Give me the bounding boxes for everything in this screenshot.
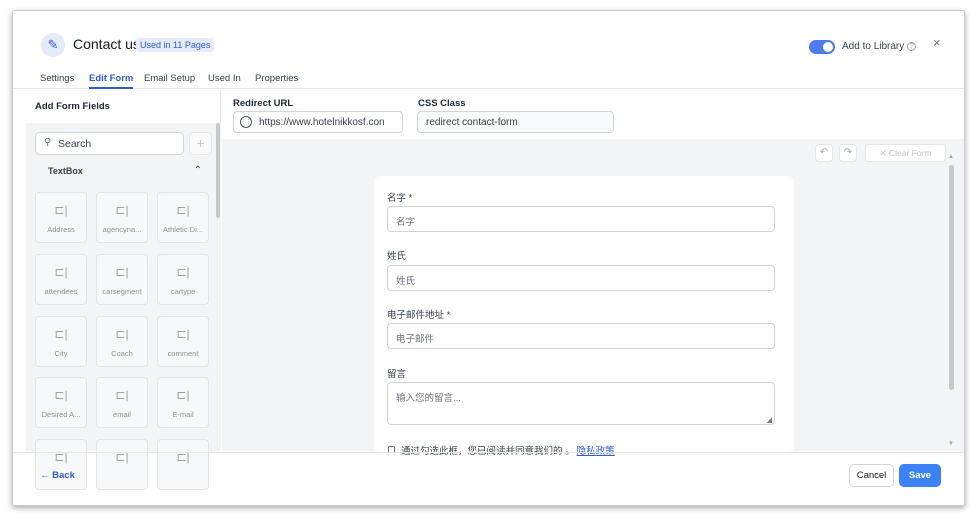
textbox-icon: ⊏| (54, 265, 68, 279)
pencil-icon: ✎ (41, 33, 65, 57)
redirect-url-value: https://www.hotelnikkosf.con (259, 117, 385, 128)
textbox-icon: ⊏| (176, 203, 190, 217)
field-tile-label: email (113, 410, 131, 419)
cancel-button[interactable]: Cancel (849, 464, 894, 487)
field-tile-label: Coach (111, 349, 133, 358)
field-tile[interactable]: ⊏| carsegment (96, 254, 148, 305)
field-tile[interactable]: ⊏| Coach (96, 316, 148, 367)
tab-email-setup[interactable]: Email Setup (144, 73, 195, 84)
search-placeholder: Search (58, 138, 92, 150)
tab-bar: Settings Edit Form Email Setup Used In P… (13, 69, 964, 89)
clear-form-button[interactable]: ✕ Clear Form (865, 144, 946, 162)
redirect-url-input[interactable]: https://www.hotelnikkosf.con (233, 111, 403, 133)
textbox-icon: ⊏| (115, 327, 129, 341)
dialog-header: ✎ Contact us Used in 11 Pages Add to Lib… (13, 11, 964, 69)
redo-icon[interactable]: ↷ (839, 144, 857, 162)
field-tile-label: Desired A... (41, 410, 81, 419)
form-title: Contact us (73, 36, 140, 52)
palette-body: ⚲ Search + TextBox ⌃ ⊏| Address ⊏| agencyna… (26, 123, 221, 490)
field-tile-label: cartype (170, 287, 196, 296)
email-field[interactable]: 电子邮件 (387, 323, 775, 349)
message-placeholder: 输入您的留言... (396, 393, 461, 404)
search-input[interactable]: ⚲ Search (35, 132, 184, 155)
css-class-input[interactable]: redirect contact-form (417, 111, 614, 133)
first-name-placeholder: 名字 (396, 217, 416, 228)
textbox-icon: ⊏| (115, 265, 129, 279)
palette-scrollbar[interactable] (216, 123, 220, 218)
back-button[interactable]: ← Back (40, 470, 75, 481)
canvas-scrollbar[interactable] (949, 165, 954, 390)
scroll-down-icon[interactable]: ▼ (948, 441, 954, 447)
css-class-label: CSS Class (418, 98, 466, 109)
field-tile[interactable]: ⊏| agencyna... (96, 192, 148, 243)
field-tile[interactable]: ⊏| comment (157, 316, 209, 367)
textbox-icon: ⊏| (176, 327, 190, 341)
group-label: TextBox (48, 166, 83, 176)
dialog-footer: ← Back Cancel Save (13, 452, 964, 505)
field-tile-label: Athletic Di... (162, 225, 203, 234)
textbox-icon: ⊏| (54, 327, 68, 341)
form-editor-dialog: ✎ Contact us Used in 11 Pages Add to Lib… (12, 10, 965, 506)
field-tile[interactable]: ⊏| cartype (157, 254, 209, 305)
css-class-value: redirect contact-form (426, 117, 518, 128)
textbox-icon: ⊏| (115, 388, 129, 402)
close-icon[interactable]: × (933, 35, 941, 50)
undo-icon[interactable]: ↶ (815, 144, 833, 162)
add-field-button[interactable]: + (189, 132, 212, 155)
field-tile-label: Address (47, 225, 75, 234)
field-tile[interactable]: ⊏| Address (35, 192, 87, 243)
globe-icon (240, 116, 252, 128)
field-tile-label: comment (167, 349, 199, 358)
scroll-up-icon[interactable]: ▲ (948, 154, 954, 160)
email-label: 电子邮件地址 * (387, 310, 451, 321)
last-name-placeholder: 姓氏 (396, 276, 416, 287)
field-tile-label: E-mail (172, 410, 194, 419)
save-button[interactable]: Save (899, 464, 941, 487)
field-tile[interactable]: ⊏| Desired A... (35, 377, 87, 428)
usage-badge[interactable]: Used in 11 Pages (136, 38, 215, 52)
help-icon[interactable]: ? (907, 41, 917, 51)
editor-area: Redirect URL https://www.hotelnikkosf.co… (222, 90, 964, 457)
first-name-input[interactable]: 名字 (387, 206, 775, 232)
email-placeholder: 电子邮件 (396, 334, 435, 345)
textbox-icon: ⊏| (115, 203, 129, 217)
field-tile-label: agencyna... (102, 225, 142, 234)
tab-used-in[interactable]: Used In (208, 73, 241, 84)
search-icon: ⚲ (44, 137, 52, 148)
field-tile-label: carsegment (102, 287, 142, 296)
last-name-label: 姓氏 (387, 251, 407, 262)
add-to-library-label: Add to Library? (842, 41, 917, 52)
field-tile[interactable]: ⊏| City (35, 316, 87, 367)
field-tile[interactable]: ⊏| E-mail (157, 377, 209, 428)
field-tile-label: City (54, 349, 68, 358)
field-tile[interactable]: ⊏| attendees (35, 254, 87, 305)
field-tile-label: attendees (44, 287, 78, 296)
textbox-icon: ⊏| (176, 265, 190, 279)
field-palette: Add Form Fields ⚲ Search + TextBox ⌃ ⊏| A… (13, 90, 221, 490)
add-to-library-toggle[interactable] (809, 40, 835, 54)
palette-title: Add Form Fields (35, 101, 110, 112)
tab-edit-form[interactable]: Edit Form (89, 73, 134, 89)
redirect-url-label: Redirect URL (233, 98, 294, 109)
form-preview: 名字 * 名字 姓氏 姓氏 电子邮件地址 * 电子邮件 留言 输入您的留言...… (374, 176, 794, 457)
message-textarea[interactable]: 输入您的留言... ◢ (387, 382, 775, 425)
textbox-group-header[interactable]: TextBox ⌃ (35, 162, 212, 182)
resize-handle-icon[interactable]: ◢ (767, 416, 772, 424)
first-name-label: 名字 * (387, 193, 413, 204)
message-label: 留言 (387, 369, 407, 380)
chevron-up-icon: ⌃ (193, 165, 202, 176)
textbox-icon: ⊏| (54, 388, 68, 402)
textbox-icon: ⊏| (176, 388, 190, 402)
field-tile[interactable]: ⊏| email (96, 377, 148, 428)
form-canvas: ↶ ↷ ✕ Clear Form ▲ ▼ 名字 * 名字 姓氏 姓氏 电子邮件地… (222, 139, 964, 457)
tab-settings[interactable]: Settings (40, 73, 74, 84)
field-tile[interactable]: ⊏| Athletic Di... (157, 192, 209, 243)
textbox-icon: ⊏| (54, 203, 68, 217)
tab-properties[interactable]: Properties (255, 73, 298, 84)
last-name-input[interactable]: 姓氏 (387, 265, 775, 291)
